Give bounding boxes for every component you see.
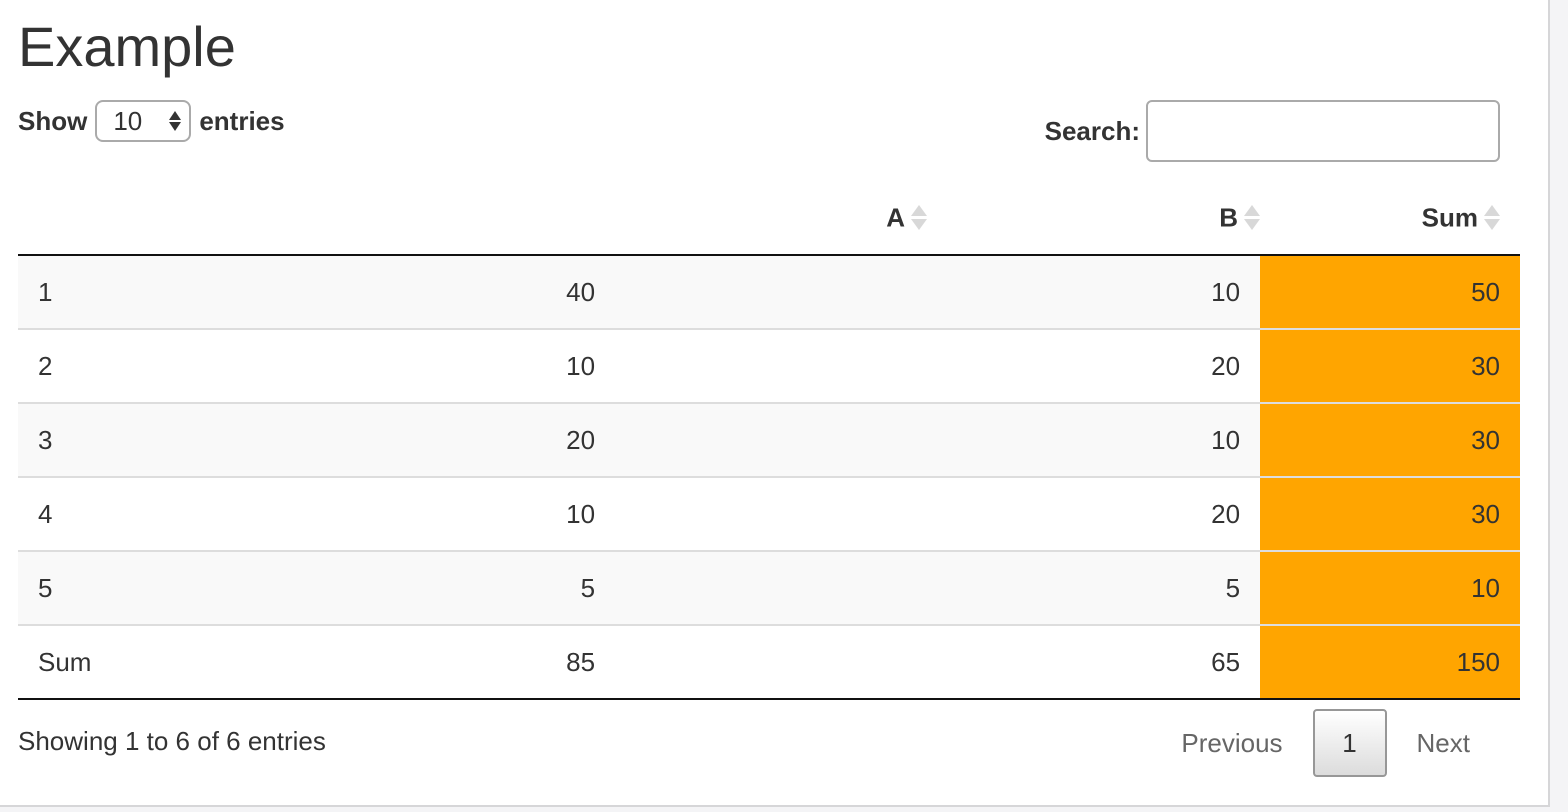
table-row: 5 5 5 10 (18, 550, 1520, 625)
cell-rowname: 2 (18, 328, 266, 403)
cell-sum: 30 (1260, 402, 1520, 477)
previous-button[interactable]: Previous (1151, 709, 1312, 777)
column-header-label: Sum (1421, 202, 1478, 233)
column-header-label: B (1219, 202, 1239, 233)
cell-b: 20 (927, 476, 1261, 551)
table-row: 1 40 10 50 (18, 255, 1520, 329)
cell-rowname: 1 (18, 255, 266, 329)
cell-rowname: 3 (18, 402, 266, 477)
cell-b: 20 (927, 328, 1261, 403)
sort-icon (911, 205, 928, 231)
cell-rowname: 4 (18, 476, 266, 551)
table-row-total: Sum 85 65 150 (18, 624, 1520, 700)
next-button[interactable]: Next (1387, 709, 1500, 777)
page-length-select[interactable]: 10 (95, 100, 192, 142)
cell-a: 10 (265, 328, 928, 403)
column-header-label: A (886, 202, 906, 233)
sort-icon (1244, 205, 1261, 231)
cell-sum: 150 (1260, 624, 1520, 700)
search-input[interactable] (1146, 100, 1500, 162)
cell-a: 10 (265, 476, 928, 551)
length-suffix: entries (199, 105, 285, 136)
cell-b: 10 (927, 255, 1261, 329)
cell-a: 40 (265, 255, 928, 329)
table-row: 3 20 10 30 (18, 402, 1520, 477)
length-prefix: Show (18, 105, 88, 136)
cell-sum: 30 (1260, 476, 1520, 551)
data-table: A B Sum 1 40 10 50 2 10 20 30 3 20 10 30… (18, 180, 1520, 700)
cell-a: 85 (265, 624, 928, 700)
cell-b: 10 (927, 402, 1261, 477)
column-header-a[interactable]: A (265, 180, 928, 256)
pagination: Previous 1 Next (1151, 709, 1500, 777)
table-row: 2 10 20 30 (18, 328, 1520, 403)
cell-rowname: Sum (18, 624, 266, 700)
cell-a: 20 (265, 402, 928, 477)
page-panel: Example Show 10 entries Search: A B Sum … (0, 0, 1550, 807)
table-header-row: A B Sum (18, 180, 1520, 256)
table-row: 4 10 20 30 (18, 476, 1520, 551)
cell-sum: 50 (1260, 255, 1520, 329)
cell-rowname: 5 (18, 550, 266, 625)
select-arrows-icon (169, 111, 182, 131)
cell-sum: 10 (1260, 550, 1520, 625)
search-label: Search: (1044, 115, 1140, 146)
column-header-rownames (18, 180, 266, 256)
cell-b: 5 (927, 550, 1261, 625)
cell-sum: 30 (1260, 328, 1520, 403)
search-filter: Search: (1045, 100, 1500, 162)
sort-icon (1484, 205, 1500, 231)
cell-b: 65 (927, 624, 1261, 700)
page-1-button[interactable]: 1 (1312, 709, 1387, 777)
cell-a: 5 (265, 550, 928, 625)
page-title: Example (18, 15, 236, 78)
table-info: Showing 1 to 6 of 6 entries (18, 726, 326, 756)
page-length-value: 10 (113, 105, 143, 136)
column-header-sum[interactable]: Sum (1260, 180, 1520, 256)
length-menu: Show 10 entries (18, 100, 285, 142)
column-header-b[interactable]: B (927, 180, 1261, 256)
